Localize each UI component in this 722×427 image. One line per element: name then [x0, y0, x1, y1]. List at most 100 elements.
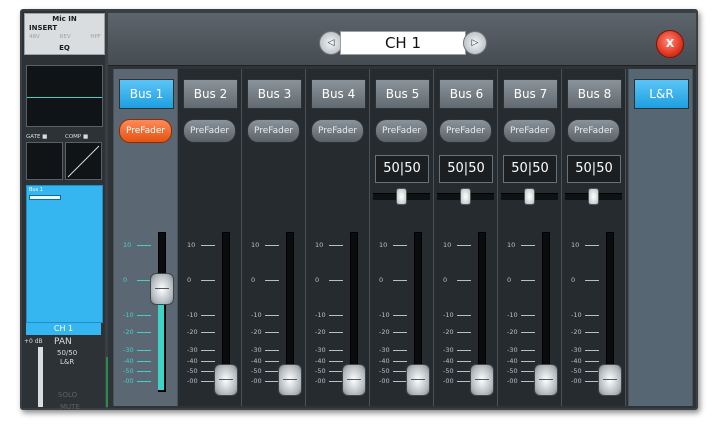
- solo-button[interactable]: SOLO: [58, 391, 77, 399]
- bus-8-button[interactable]: Bus 8: [567, 79, 622, 109]
- lr-button[interactable]: L&R: [634, 79, 689, 109]
- fader-tick-label: 10: [507, 241, 516, 249]
- pan-readout-6: 50|50: [439, 155, 493, 183]
- prefader-button-7[interactable]: PreFader: [503, 119, 556, 143]
- fader-tick-label: -10: [379, 311, 390, 319]
- fader-tick-mark: [585, 280, 599, 281]
- gate-graph[interactable]: [26, 142, 63, 180]
- fader-tick-label: -10: [571, 311, 582, 319]
- fader-tick-label: 0: [187, 276, 192, 284]
- fader-tick-mark: [137, 280, 151, 281]
- prefader-button-2[interactable]: PreFader: [183, 119, 236, 143]
- mute-button[interactable]: MUTE: [60, 403, 80, 411]
- rev-label[interactable]: REV: [60, 34, 71, 40]
- fader-knob-4[interactable]: [342, 364, 366, 396]
- fader-tick-mark: [137, 332, 151, 333]
- fader-knob-5[interactable]: [406, 364, 430, 396]
- fader-tick: -50: [443, 367, 471, 375]
- fader-knob-6[interactable]: [470, 364, 494, 396]
- fader-tick: -20: [251, 328, 279, 336]
- fader-tick: -10: [571, 311, 599, 319]
- fader-tick-mark: [265, 280, 279, 281]
- fader-tick-label: -30: [315, 346, 326, 354]
- bus-send-panel[interactable]: Bus 1: [26, 185, 103, 323]
- prefader-button-8[interactable]: PreFader: [567, 119, 620, 143]
- fader-tick-mark: [521, 350, 535, 351]
- pan-knob-7[interactable]: [524, 188, 535, 205]
- prefader-button-4[interactable]: PreFader: [311, 119, 364, 143]
- fader-tick-mark: [137, 361, 151, 362]
- fader-knob-groove: [283, 379, 297, 380]
- fader-tick: -50: [571, 367, 599, 375]
- fader-tick: -00: [123, 377, 151, 385]
- fader-tick: 0: [315, 276, 343, 284]
- fader-knob-2[interactable]: [214, 364, 238, 396]
- fader-tick-label: -10: [443, 311, 454, 319]
- fader-knob-groove: [539, 379, 553, 380]
- pan-knob-5[interactable]: [396, 188, 407, 205]
- fader-tick-label: 10: [571, 241, 580, 249]
- bus-1-button[interactable]: Bus 1: [119, 79, 174, 109]
- fader-tick-label: 0: [443, 276, 448, 284]
- fader-tick: -10: [443, 311, 471, 319]
- comp-graph[interactable]: [65, 142, 102, 180]
- mic-in-panel[interactable]: Mic IN INSERT 48V REV HPF EQ: [24, 13, 105, 55]
- fader-tick-mark: [265, 381, 279, 382]
- fader-tick: 0: [507, 276, 535, 284]
- pan-readout-7: 50|50: [503, 155, 557, 183]
- bus-6-button[interactable]: Bus 6: [439, 79, 494, 109]
- fader-tick: -20: [507, 328, 535, 336]
- fader-knob-groove: [475, 379, 489, 380]
- fader-tick-mark: [457, 371, 471, 372]
- fader-tick-mark: [521, 280, 535, 281]
- channel-name[interactable]: CH 1: [340, 31, 466, 55]
- fader-knob-1[interactable]: [150, 272, 174, 305]
- fader-tick-mark: [265, 332, 279, 333]
- eq-label: EQ: [59, 44, 70, 52]
- close-button[interactable]: X: [656, 30, 684, 58]
- fader-tick: -30: [379, 346, 407, 354]
- prefader-button-5[interactable]: PreFader: [375, 119, 428, 143]
- fader-tick-mark: [329, 280, 343, 281]
- fader-tick: -50: [123, 367, 151, 375]
- bus-7-button[interactable]: Bus 7: [503, 79, 558, 109]
- pan-knob-8[interactable]: [588, 188, 599, 205]
- phantom-label[interactable]: 48V: [29, 34, 40, 40]
- pan-knob-6[interactable]: [460, 188, 471, 205]
- fader-tick: -40: [443, 357, 471, 365]
- channel-tag[interactable]: CH 1: [26, 323, 101, 335]
- fader-knob-groove: [603, 379, 617, 380]
- fader-tick: -30: [123, 346, 151, 354]
- fader-tick-label: -50: [443, 367, 454, 375]
- prefader-button-1[interactable]: PreFader: [119, 119, 172, 143]
- fader-tick-mark: [521, 315, 535, 316]
- fader-tick-mark: [393, 245, 407, 246]
- next-channel-button[interactable]: ▷: [463, 31, 487, 55]
- hpf-label[interactable]: HPF: [90, 34, 101, 40]
- fader-tick: -00: [571, 377, 599, 385]
- fader-knob-8[interactable]: [598, 364, 622, 396]
- prefader-button-3[interactable]: PreFader: [247, 119, 300, 143]
- pan-value: 50/50: [57, 349, 78, 357]
- fader-tick-label: -00: [315, 377, 326, 385]
- fader-tick-label: 0: [251, 276, 256, 284]
- fader-tick-label: -10: [123, 311, 134, 319]
- fader-tick: -30: [251, 346, 279, 354]
- fader-tick: -00: [251, 377, 279, 385]
- eq-graph[interactable]: [26, 65, 103, 127]
- fader-tick: -20: [187, 328, 215, 336]
- fader-tick-mark: [329, 350, 343, 351]
- bus-5-button[interactable]: Bus 5: [375, 79, 430, 109]
- prefader-button-6[interactable]: PreFader: [439, 119, 492, 143]
- fader-knob-7[interactable]: [534, 364, 558, 396]
- fader-tick-mark: [585, 245, 599, 246]
- fader-tick: 10: [443, 241, 471, 249]
- bus-4-button[interactable]: Bus 4: [311, 79, 366, 109]
- bus-3-button[interactable]: Bus 3: [247, 79, 302, 109]
- fader-tick-label: 0: [507, 276, 512, 284]
- fader-tick-label: 0: [123, 276, 128, 284]
- fader-knob-3[interactable]: [278, 364, 302, 396]
- fader-tick: 0: [443, 276, 471, 284]
- bus-2-button[interactable]: Bus 2: [183, 79, 238, 109]
- fader-tick: -50: [507, 367, 535, 375]
